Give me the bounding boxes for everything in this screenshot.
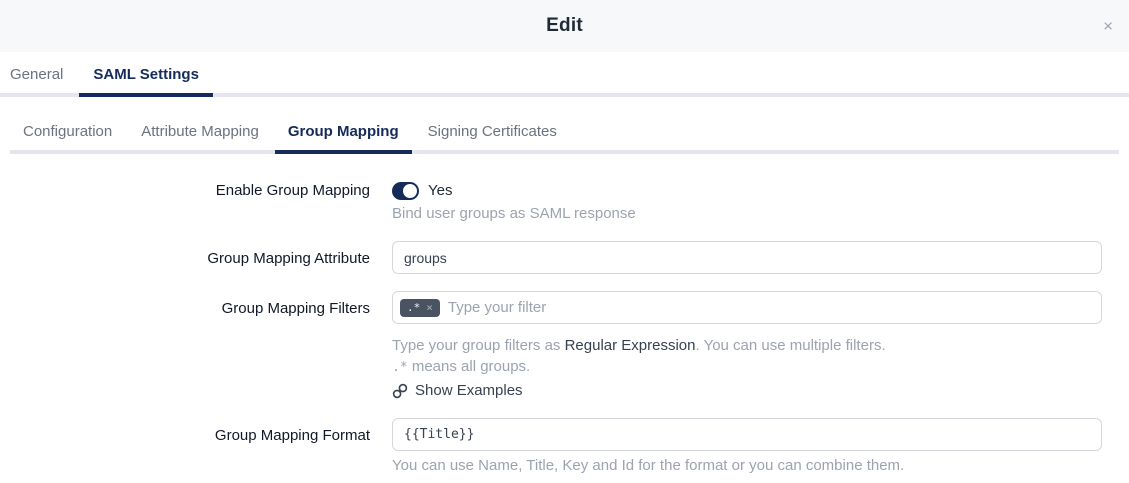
filters-text-input[interactable] bbox=[448, 299, 1094, 316]
close-icon[interactable]: × bbox=[1098, 13, 1118, 40]
subtab-group-mapping[interactable]: Group Mapping bbox=[275, 123, 412, 154]
group-mapping-format-row: Group Mapping Format You can use Name, T… bbox=[0, 418, 1129, 476]
enable-group-mapping-help: Bind user groups as SAML response bbox=[392, 204, 1102, 224]
subtab-attribute-mapping[interactable]: Attribute Mapping bbox=[128, 123, 272, 150]
toggle-knob bbox=[403, 184, 417, 198]
filters-help-line1: Type your group filters as Regular Expre… bbox=[392, 335, 1102, 356]
group-mapping-filters-label: Group Mapping Filters bbox=[0, 291, 370, 405]
regex-code: .* bbox=[392, 360, 408, 375]
group-mapping-format-help: You can use Name, Title, Key and Id for … bbox=[392, 456, 1102, 476]
filters-help-line2: .* means all groups. bbox=[392, 356, 1102, 378]
group-mapping-format-label: Group Mapping Format bbox=[0, 418, 370, 476]
edit-modal: Edit × General SAML Settings Configurati… bbox=[0, 0, 1129, 476]
group-mapping-attribute-row: Group Mapping Attribute bbox=[0, 241, 1129, 274]
link-icon bbox=[392, 383, 408, 399]
tab-general[interactable]: General bbox=[10, 66, 63, 93]
show-examples-label: Show Examples bbox=[415, 381, 523, 401]
filter-chip-remove-icon[interactable]: × bbox=[426, 301, 433, 315]
filter-chip: .* × bbox=[400, 299, 440, 317]
tab-saml-settings[interactable]: SAML Settings bbox=[79, 66, 213, 97]
enable-group-mapping-label: Enable Group Mapping bbox=[0, 181, 370, 224]
modal-title: Edit bbox=[546, 15, 583, 37]
enable-group-mapping-toggle[interactable] bbox=[392, 182, 419, 200]
main-tabs: General SAML Settings bbox=[0, 52, 1129, 97]
saml-sub-tabs: Configuration Attribute Mapping Group Ma… bbox=[10, 97, 1119, 154]
group-mapping-attribute-input[interactable] bbox=[392, 241, 1102, 274]
enable-group-mapping-row: Enable Group Mapping Yes Bind user group… bbox=[0, 181, 1129, 224]
group-mapping-filters-row: Group Mapping Filters .* × Type your gro… bbox=[0, 291, 1129, 405]
subtab-configuration[interactable]: Configuration bbox=[10, 123, 125, 150]
filters-help-text: Type your group filters as Regular Expre… bbox=[392, 335, 1102, 405]
group-mapping-form: Enable Group Mapping Yes Bind user group… bbox=[0, 154, 1129, 476]
regular-expression-emphasis: Regular Expression bbox=[565, 337, 696, 354]
show-examples-link[interactable]: Show Examples bbox=[392, 381, 523, 401]
group-mapping-filters-input[interactable]: .* × bbox=[392, 291, 1102, 324]
group-mapping-format-input[interactable] bbox=[392, 418, 1102, 451]
modal-header: Edit × bbox=[0, 0, 1129, 52]
group-mapping-attribute-label: Group Mapping Attribute bbox=[0, 241, 370, 274]
toggle-state-text: Yes bbox=[428, 182, 452, 199]
subtab-signing-certificates[interactable]: Signing Certificates bbox=[415, 123, 570, 150]
filter-chip-text: .* bbox=[407, 301, 420, 315]
